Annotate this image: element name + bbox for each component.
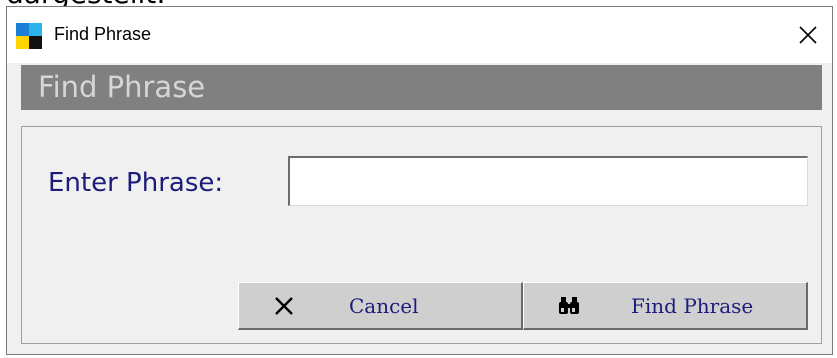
binoculars-icon	[559, 297, 579, 314]
banner-title: Find Phrase	[38, 70, 206, 104]
find-phrase-dialog: Find Phrase Find Phrase Enter Phrase: Ca…	[6, 6, 833, 355]
close-icon	[799, 26, 817, 44]
app-logo-icon	[16, 23, 42, 49]
cancel-button[interactable]: Cancel	[238, 282, 523, 330]
x-icon	[275, 297, 293, 315]
title-bar[interactable]: Find Phrase	[7, 7, 832, 63]
window-title: Find Phrase	[54, 24, 152, 44]
phrase-input[interactable]	[288, 156, 808, 206]
phrase-group-box: Enter Phrase: Cancel Find Phrase	[21, 126, 822, 344]
dialog-header-banner: Find Phrase	[21, 65, 822, 110]
find-phrase-button-label: Find Phrase	[631, 294, 754, 318]
close-button[interactable]	[788, 15, 828, 55]
cancel-button-label: Cancel	[349, 294, 419, 318]
find-phrase-button[interactable]: Find Phrase	[523, 282, 808, 330]
phrase-label: Enter Phrase:	[48, 168, 224, 198]
